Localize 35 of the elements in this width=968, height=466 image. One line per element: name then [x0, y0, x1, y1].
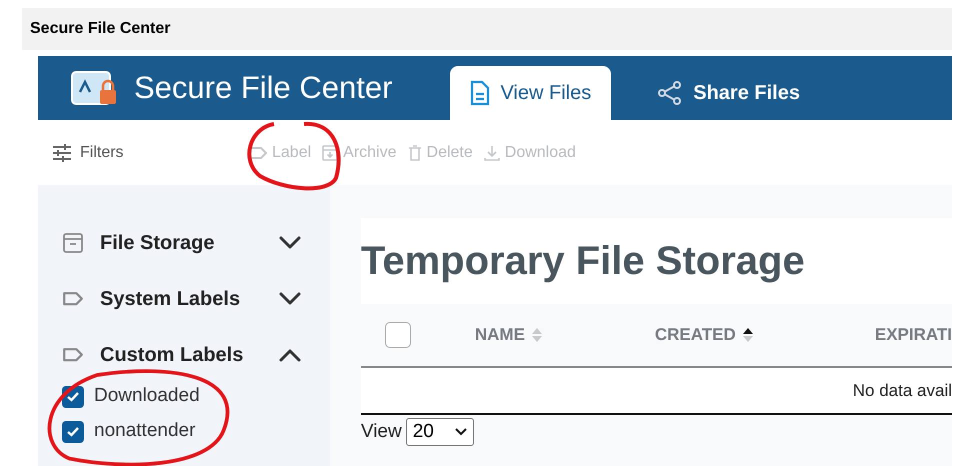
filters-button[interactable]: Filters	[52, 140, 248, 164]
empty-message: No data avail	[852, 380, 952, 402]
sliders-icon	[52, 144, 72, 162]
checkmark-icon	[67, 392, 79, 402]
sidebar-section[interactable]: File Storage	[100, 228, 278, 258]
sort-icon[interactable]	[742, 326, 754, 344]
checkmark-icon	[67, 426, 79, 436]
view-label: View	[360, 420, 402, 444]
column-header[interactable]: CREATED	[654, 322, 736, 348]
document-icon	[470, 80, 490, 106]
tag-icon	[62, 291, 84, 307]
label-name: nonattender	[94, 419, 196, 444]
column-header[interactable]: EXPIRATI	[874, 322, 952, 348]
page-size-select[interactable]: 20	[406, 418, 474, 446]
window-title: Secure File Center	[22, 8, 952, 50]
checkbox[interactable]	[62, 420, 84, 442]
download-icon	[482, 144, 501, 162]
label-name: Downloaded	[94, 384, 200, 408]
nav-tab[interactable]: View Files	[450, 66, 612, 120]
chevron-down-icon	[454, 428, 467, 436]
archive-icon	[321, 144, 340, 162]
select-all-checkbox[interactable]	[384, 322, 411, 348]
app-name: Secure File Center	[134, 68, 392, 107]
archive-box-icon	[62, 232, 84, 254]
trash-icon	[406, 144, 423, 162]
sidebar-section[interactable]: System Labels	[100, 284, 278, 314]
nav-tab[interactable]: Share Files	[637, 66, 820, 120]
chevron-down-icon[interactable]	[278, 292, 302, 306]
chevron-down-icon[interactable]	[278, 236, 302, 250]
share-icon	[657, 80, 684, 106]
tag-icon	[62, 347, 84, 363]
chevron-up-icon[interactable]	[278, 348, 302, 362]
page-title: Temporary File Storage	[360, 218, 952, 304]
sidebar-section[interactable]: Custom Labels	[100, 340, 278, 370]
column-header[interactable]: NAME	[474, 322, 525, 348]
